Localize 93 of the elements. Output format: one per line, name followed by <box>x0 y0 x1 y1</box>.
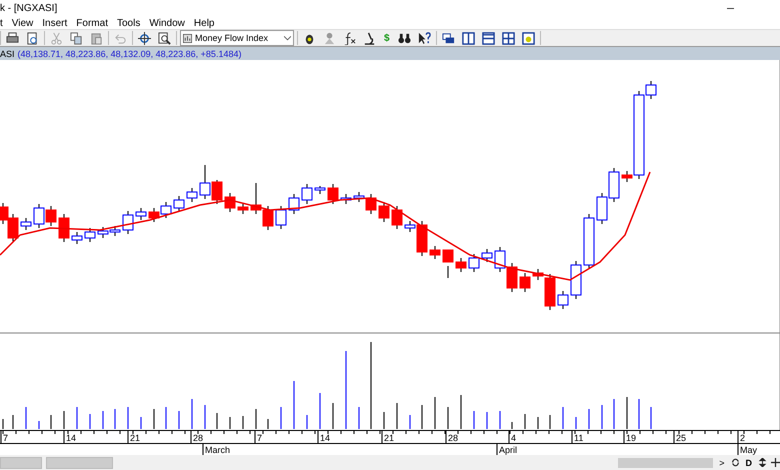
menu-item[interactable]: Window <box>149 18 185 28</box>
axis-label: 28 <box>448 433 458 443</box>
candlestick <box>262 206 274 230</box>
axis-label: 7 <box>3 433 8 443</box>
candlestick <box>174 196 184 212</box>
menu-item[interactable]: Help <box>194 18 214 28</box>
vertical-resize-icon[interactable] <box>758 458 767 467</box>
axis-label: 21 <box>130 433 140 443</box>
tile-grid-icon[interactable] <box>502 32 515 44</box>
candlestick <box>110 226 120 236</box>
candlestick <box>84 228 96 242</box>
next-button[interactable]: > <box>717 456 726 468</box>
month-label: March <box>205 445 230 455</box>
axis-label: 28 <box>193 433 204 443</box>
refresh-icon[interactable] <box>730 458 740 467</box>
candlestick <box>160 202 172 218</box>
candlestick <box>468 254 480 272</box>
zoom-icon[interactable] <box>158 32 171 44</box>
candlestick <box>314 186 326 194</box>
candlestick <box>212 180 222 204</box>
candlestick <box>238 202 248 214</box>
month-label: May <box>740 445 758 455</box>
function-icon[interactable] <box>343 32 356 44</box>
candlestick <box>584 214 594 270</box>
menu-item[interactable]: Format <box>76 18 108 28</box>
candlestick <box>200 164 210 200</box>
price-values: (48,138.71, 48,223.86, 48,132.09, 48,223.86, +85.1484) <box>18 48 242 58</box>
move-icon[interactable] <box>771 458 780 467</box>
candlestick <box>520 272 530 292</box>
axis-label: 7 <box>257 433 262 443</box>
candlestick <box>328 184 338 204</box>
candlestick <box>136 208 146 220</box>
binoculars-icon[interactable] <box>398 32 411 44</box>
axis-label: 4 <box>511 433 516 443</box>
candlestick <box>456 258 466 272</box>
candlestick <box>122 210 134 234</box>
menu-item[interactable]: t <box>0 18 3 28</box>
axis-label: 14 <box>66 433 76 443</box>
axis-label: 25 <box>676 433 686 443</box>
help-pointer-icon[interactable] <box>418 32 431 44</box>
candlestick <box>482 248 492 262</box>
candlestick <box>288 194 300 214</box>
candlestick <box>392 206 402 230</box>
candlestick <box>34 204 44 228</box>
candlestick <box>442 250 454 278</box>
tile-vertical-icon[interactable] <box>462 32 475 44</box>
menu-item[interactable]: Insert <box>42 18 68 28</box>
candlestick <box>378 202 390 222</box>
candlestick <box>186 188 198 202</box>
candlestick <box>20 218 32 230</box>
candlestick <box>506 262 518 292</box>
copy-icon[interactable] <box>70 32 83 44</box>
candlestick <box>46 206 56 226</box>
candlestick <box>570 260 582 300</box>
paste-icon[interactable] <box>90 32 103 44</box>
candlestick <box>224 192 236 212</box>
crosshair-icon[interactable] <box>138 32 151 44</box>
candlestick <box>98 226 108 238</box>
indicator-dropdown[interactable]: Money Flow Index <box>180 30 294 46</box>
candlestick <box>596 192 608 224</box>
chart-icon <box>183 34 192 42</box>
candlestick <box>340 194 352 204</box>
menu-item[interactable]: Tools <box>116 18 140 28</box>
menu-item[interactable]: View <box>12 18 34 28</box>
candlestick <box>250 182 262 214</box>
candlestick <box>276 206 286 230</box>
window-title: k - [NGXASI] <box>0 3 58 14</box>
symbol-label: ASI <box>0 48 15 58</box>
candlestick <box>0 202 8 224</box>
window-gear-icon[interactable] <box>522 32 535 44</box>
candlestick <box>8 214 18 242</box>
period-button[interactable]: D <box>744 456 754 468</box>
axis-label: 14 <box>320 433 330 443</box>
print-icon[interactable] <box>6 32 19 44</box>
axis-label: 2 <box>740 433 746 443</box>
microscope-icon[interactable] <box>363 32 376 44</box>
month-label: April <box>499 445 518 455</box>
axis-label: 11 <box>574 433 584 443</box>
cascade-windows-icon[interactable] <box>442 32 455 44</box>
tile-horizontal-icon[interactable] <box>482 32 495 44</box>
candlestick <box>494 246 506 272</box>
caret-icon <box>284 36 291 40</box>
print-preview-icon[interactable] <box>26 32 39 44</box>
candlestick <box>608 168 620 202</box>
axis-label: 19 <box>626 433 636 443</box>
axis-label: 21 <box>384 433 394 443</box>
scrollbar[interactable] <box>618 458 714 468</box>
candlestick <box>430 246 440 260</box>
candlestick <box>558 290 568 310</box>
candlestick <box>302 184 312 204</box>
candlestick <box>72 232 82 244</box>
candlestick <box>58 214 70 242</box>
candlestick <box>148 208 160 222</box>
